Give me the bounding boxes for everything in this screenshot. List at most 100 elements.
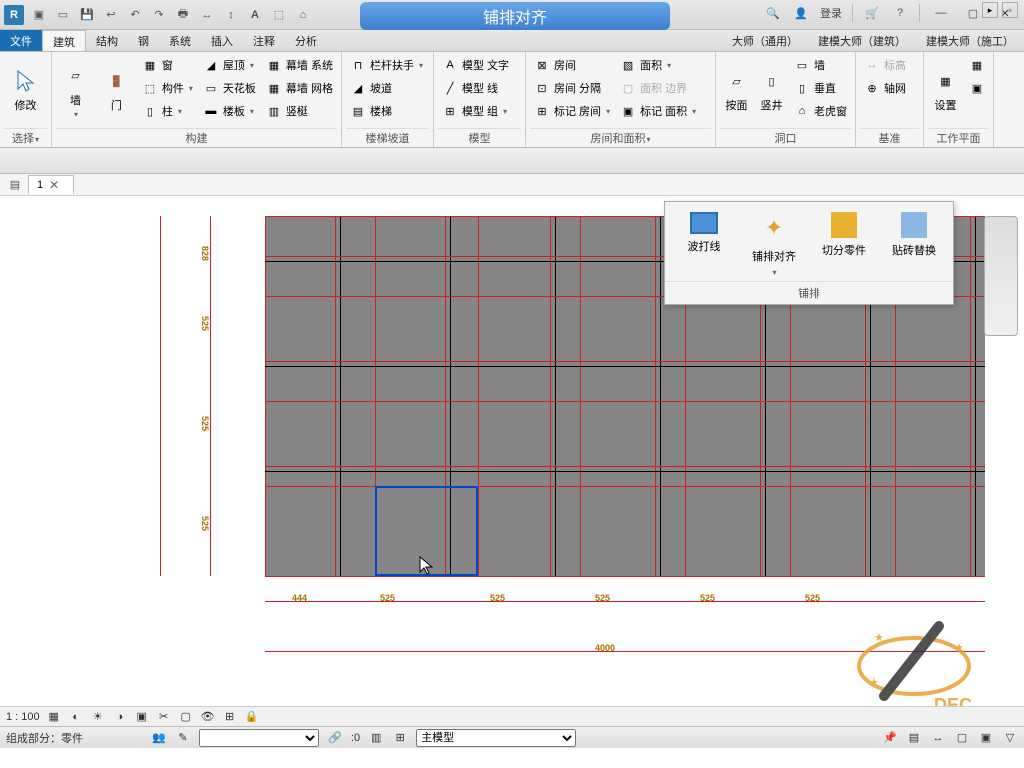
rendering-icon[interactable]: ▣ (134, 709, 150, 725)
tab-annotate[interactable]: 注释 (243, 30, 285, 51)
select-pinned-icon[interactable]: 📌 (882, 730, 898, 746)
flyout-panel-title[interactable]: 铺排 (665, 281, 953, 304)
crop-region-icon[interactable]: ▢ (178, 709, 194, 725)
tab-systems[interactable]: 系统 (159, 30, 201, 51)
tile-align-button[interactable]: ✦铺排对齐▾ (739, 208, 809, 281)
set-button[interactable]: ▦设置 (928, 54, 963, 126)
constraints-icon[interactable]: 🔒 (244, 709, 260, 725)
editable-icon[interactable]: ⊞ (392, 730, 408, 746)
ribbon-collapse-icon[interactable]: ▫ (1002, 2, 1018, 18)
panel-datum[interactable]: 基准 (860, 128, 919, 147)
select-links-icon[interactable]: 🔗 (327, 730, 343, 746)
tab-insert[interactable]: 插入 (201, 30, 243, 51)
design-options-select[interactable] (199, 729, 319, 747)
navigation-bar[interactable] (984, 216, 1018, 336)
component-button[interactable]: ⬚构件▾ (138, 77, 197, 99)
selected-tile[interactable] (375, 486, 478, 576)
cart-icon[interactable]: 🛒 (863, 4, 881, 22)
qat-align-icon[interactable]: ↕ (222, 6, 240, 24)
filter-icon[interactable]: ▥ (368, 730, 384, 746)
tile-replace-button[interactable]: 贴砖替换 (879, 208, 949, 281)
qat-text-icon[interactable]: A (246, 6, 264, 24)
roof-button[interactable]: ◢屋顶▾ (199, 54, 260, 76)
grid-button[interactable]: ⊕轴网 (860, 77, 910, 99)
help-icon[interactable]: ? (891, 4, 909, 22)
qat-home-icon[interactable]: ▣ (30, 6, 48, 24)
ramp-button[interactable]: ◢坡道 (346, 77, 427, 99)
curtain-grid-button[interactable]: ▦幕墙 网格 (262, 77, 337, 99)
wall-button[interactable]: ▱墙▾ (56, 54, 95, 126)
qat-open-icon[interactable]: ▭ (54, 6, 72, 24)
view-list-icon[interactable]: ▤ (6, 176, 24, 194)
crop-icon[interactable]: ✂ (156, 709, 172, 725)
area-button[interactable]: ▧面积▾ (616, 54, 700, 76)
tab-master-construct[interactable]: 建模大师（施工） (916, 30, 1024, 51)
shaft-button[interactable]: ▯竖井 (755, 54, 788, 126)
reveal-icon[interactable]: ⊞ (222, 709, 238, 725)
view-tab[interactable]: 1 ✕ (28, 175, 74, 194)
maximize-icon[interactable]: ▢ (962, 4, 984, 22)
door-button[interactable]: 🚪门 (97, 54, 136, 126)
login-label[interactable]: 登录 (820, 5, 842, 21)
hide-icon[interactable]: 👁 (200, 709, 216, 725)
dormer-button[interactable]: ⌂老虎窗 (790, 100, 851, 122)
sun-path-icon[interactable]: ☀ (90, 709, 106, 725)
scale-label[interactable]: 1 : 100 (6, 711, 40, 723)
tab-master-arch[interactable]: 建模大师（建筑） (808, 30, 916, 51)
curtain-system-button[interactable]: ▦幕墙 系统 (262, 54, 337, 76)
room-sep-button[interactable]: ⊡房间 分隔 (530, 77, 614, 99)
canvas-area[interactable]: 444 525 525 525 525 525 4000 828 525 525… (0, 196, 1024, 726)
tag-area-button[interactable]: ▣标记 面积▾ (616, 100, 700, 122)
panel-opening[interactable]: 洞口 (720, 128, 851, 147)
tag-room-button[interactable]: ⊞标记 房间▾ (530, 100, 614, 122)
minimize-icon[interactable]: — (930, 4, 952, 22)
column-button[interactable]: ▯柱▾ (138, 100, 197, 122)
tab-master-general[interactable]: 大师（通用） (722, 30, 808, 51)
model-line-button[interactable]: ╱模型 线 (438, 77, 513, 99)
qat-measure-icon[interactable]: ↔ (198, 6, 216, 24)
tab-structure[interactable]: 结构 (86, 30, 128, 51)
panel-build[interactable]: 构建 (56, 128, 337, 147)
panel-room-area[interactable]: 房间和面积▾ (530, 128, 711, 147)
editable-only-icon[interactable]: ✎ (175, 730, 191, 746)
by-face-button[interactable]: ▱按面 (720, 54, 753, 126)
worksets-icon[interactable]: 👥 (151, 730, 167, 746)
background-icon[interactable]: ▣ (978, 730, 994, 746)
ribbon-scroll-icon[interactable]: ▸ (982, 2, 998, 18)
show-button[interactable]: ▦ (965, 54, 989, 76)
modify-button[interactable]: 修改 (4, 54, 47, 126)
model-group-button[interactable]: ⊞模型 组▾ (438, 100, 513, 122)
panel-workplane[interactable]: 工作平面 (928, 128, 989, 147)
tab-steel[interactable]: 钢 (128, 30, 159, 51)
tab-analyze[interactable]: 分析 (285, 30, 327, 51)
shadows-icon[interactable]: ◑ (112, 709, 128, 725)
detail-level-icon[interactable]: ▦ (46, 709, 62, 725)
wall-opening-button[interactable]: ▭墙 (790, 54, 851, 76)
filter-count[interactable]: :0 (351, 732, 360, 744)
wave-line-button[interactable]: 波打线 (669, 208, 739, 281)
level-button[interactable]: ↔标高 (860, 54, 910, 76)
window-button[interactable]: ▦窗 (138, 54, 197, 76)
app-icon[interactable]: R (4, 5, 24, 25)
floor-button[interactable]: ▬楼板▾ (199, 100, 260, 122)
railing-button[interactable]: ⊓栏杆扶手▾ (346, 54, 427, 76)
viewer-button[interactable]: ▣ (965, 77, 989, 99)
search-icon[interactable]: 🔍 (764, 4, 782, 22)
main-model-select[interactable]: 主模型 (416, 729, 576, 747)
user-icon[interactable]: 👤 (792, 4, 810, 22)
panel-model[interactable]: 模型 (438, 128, 521, 147)
visual-style-icon[interactable]: ◐ (68, 709, 84, 725)
qat-3d-icon[interactable]: ⬚ (270, 6, 288, 24)
qat-sync-icon[interactable]: ↩ (102, 6, 120, 24)
mullion-button[interactable]: ▥竖梃 (262, 100, 337, 122)
split-parts-button[interactable]: 切分零件 (809, 208, 879, 281)
tab-architecture[interactable]: 建筑 (42, 30, 86, 51)
filter-funnel-icon[interactable]: ▽ (1002, 730, 1018, 746)
qat-undo-icon[interactable]: ↶ (126, 6, 144, 24)
select-underlay-icon[interactable]: ▤ (906, 730, 922, 746)
tab-file[interactable]: 文件 (0, 30, 42, 51)
qat-print-icon[interactable]: 🖶 (174, 6, 192, 24)
room-button[interactable]: ⊠房间 (530, 54, 614, 76)
qat-save-icon[interactable]: 💾 (78, 6, 96, 24)
panel-circulation[interactable]: 楼梯坡道 (346, 128, 429, 147)
